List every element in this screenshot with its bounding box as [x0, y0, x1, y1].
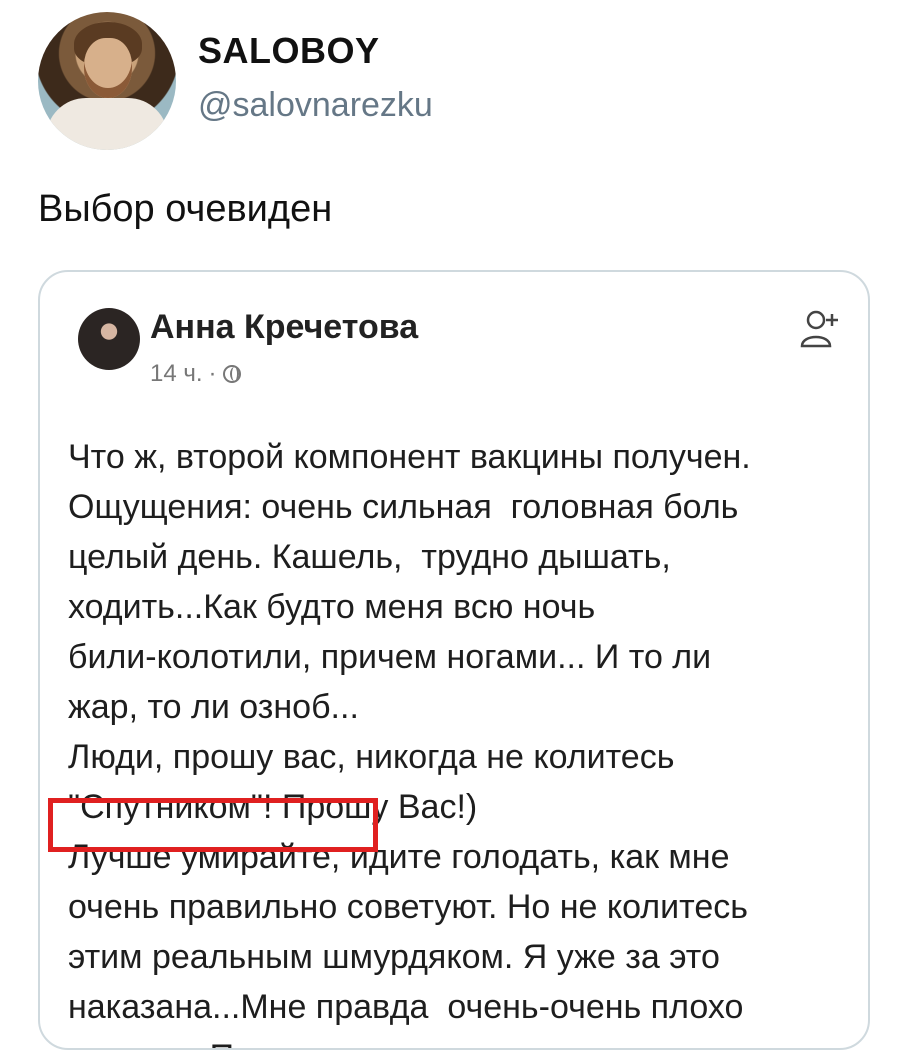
user-display-name[interactable]: SALOBOY	[198, 30, 380, 72]
post-meta: 14 ч. ·	[150, 360, 241, 388]
avatar[interactable]	[38, 12, 176, 150]
avatar-face	[84, 38, 132, 98]
tweet-text: Выбор очевиден	[38, 188, 333, 230]
embedded-post[interactable]: Анна Кречетова 14 ч. · Что ж, второй ком…	[38, 270, 870, 1050]
avatar-shirt	[46, 98, 168, 150]
meta-separator: ·	[208, 360, 217, 387]
post-time: 14 ч.	[150, 360, 203, 387]
post-author-name[interactable]: Анна Кречетова	[150, 308, 418, 347]
user-handle[interactable]: @salovnarezku	[198, 86, 433, 125]
post-author-avatar[interactable]	[78, 308, 140, 370]
add-friend-icon[interactable]	[798, 308, 842, 352]
tweet-header: SALOBOY @salovnarezku	[38, 12, 878, 152]
globe-icon	[222, 365, 241, 383]
post-body-text: Что ж, второй компонент вакцины получен.…	[68, 438, 751, 1048]
